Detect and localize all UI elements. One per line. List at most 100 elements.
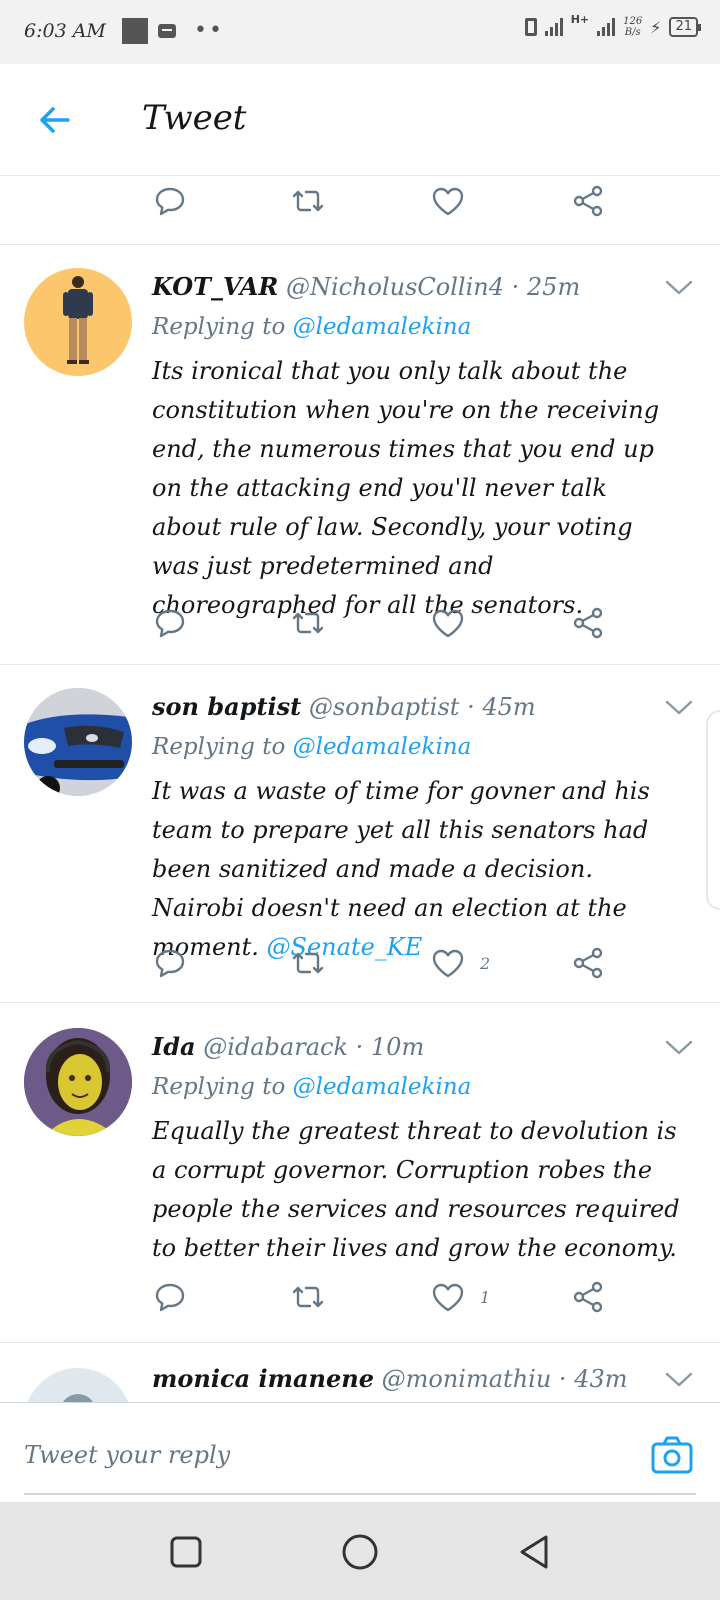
divider [0, 1342, 720, 1343]
user-handle[interactable]: @monimathiu [382, 1365, 552, 1393]
share-button[interactable] [570, 938, 606, 988]
separator-dot: · [511, 273, 527, 301]
display-name[interactable]: monica imanene [152, 1364, 374, 1393]
square-nav-icon[interactable] [166, 1532, 206, 1572]
like-icon [432, 609, 464, 638]
reply-icon [155, 1283, 185, 1312]
status-bar: 6:03 AM •• H+ 126 B/s ⚡ 21 [0, 0, 720, 64]
tweet-header: Ida @idabarack · 10m [152, 1032, 424, 1061]
net-speed: 126 B/s [623, 16, 642, 38]
retweet-button[interactable] [290, 176, 326, 226]
tweet-header: monica imanene @monimathiu · 43m [152, 1364, 627, 1393]
replying-to-link[interactable]: @ledamalekina [293, 734, 472, 760]
like-icon [432, 187, 464, 216]
charging-icon: ⚡ [650, 17, 662, 37]
like-count: 1 [480, 1287, 491, 1307]
page-title: Tweet [142, 98, 247, 138]
tweet-header: KOT_VAR @NicholusCollin4 · 25m [152, 272, 580, 301]
divider [0, 664, 720, 665]
separator-dot: · [467, 693, 483, 721]
more-notifications-icon: •• [194, 18, 224, 43]
tweet-actions: 1 [152, 1272, 612, 1322]
share-icon [573, 185, 603, 217]
replying-label: Replying to [152, 314, 286, 340]
retweet-icon [292, 1286, 324, 1308]
retweet-button[interactable] [290, 1272, 326, 1322]
avatar[interactable] [24, 688, 132, 796]
user-handle[interactable]: @idabarack [203, 1033, 348, 1061]
back-arrow-icon[interactable] [34, 98, 78, 142]
net-speed-unit: B/s [624, 27, 641, 38]
share-icon [573, 1281, 603, 1313]
user-handle[interactable]: @NicholusCollin4 [286, 273, 504, 301]
tweet-actions [152, 598, 612, 648]
share-button[interactable] [570, 1272, 606, 1322]
vibrate-icon [524, 18, 537, 36]
tweet-time: 43m [574, 1365, 628, 1393]
reply-button[interactable] [152, 176, 188, 226]
retweet-icon [292, 190, 324, 212]
share-icon [573, 947, 603, 979]
status-right: H+ 126 B/s ⚡ 21 [524, 12, 701, 38]
reply-button[interactable] [152, 598, 188, 648]
signal-icon-2 [597, 18, 616, 36]
separator-dot: · [558, 1365, 575, 1393]
replying-to-link[interactable]: @ledamalekina [293, 314, 472, 340]
like-icon [432, 1283, 464, 1312]
user-handle[interactable]: @sonbaptist [309, 693, 460, 721]
display-name[interactable]: son baptist [152, 692, 301, 721]
separator-dot: · [355, 1033, 371, 1061]
like-button[interactable]: 2 [430, 938, 490, 988]
display-name[interactable]: Ida [152, 1032, 196, 1061]
reply-button[interactable] [152, 938, 188, 988]
network-type: H+ [570, 12, 590, 26]
replying-label: Replying to [152, 734, 286, 760]
reply-input[interactable]: Tweet your reply [24, 1441, 230, 1469]
tweet-time: 45m [482, 693, 536, 721]
tweet-text: Its ironical that you only talk about th… [152, 352, 682, 625]
reply-tweet[interactable]: monica imanene @monimathiu · 43m [0, 1364, 720, 1402]
reply-icon [155, 609, 185, 638]
status-time: 6:03 AM [24, 20, 106, 42]
share-button[interactable] [570, 176, 606, 226]
chevron-down-icon[interactable] [664, 698, 694, 718]
triangle-back-nav-icon[interactable] [514, 1532, 554, 1572]
chevron-down-icon[interactable] [664, 278, 694, 298]
net-speed-value: 126 [623, 16, 643, 27]
camera-icon[interactable] [650, 1433, 694, 1477]
like-button[interactable]: 1 [430, 1272, 490, 1322]
replying-to: Replying to @ledamalekina [152, 1074, 471, 1100]
message-icon [158, 24, 176, 38]
display-name[interactable]: KOT_VAR [152, 272, 278, 301]
share-icon [573, 607, 603, 639]
tweet-actions: 2 [152, 938, 612, 988]
divider [0, 1002, 720, 1003]
retweet-button[interactable] [290, 598, 326, 648]
share-button[interactable] [570, 598, 606, 648]
notification-image-icon [122, 18, 148, 44]
retweet-icon [292, 952, 324, 974]
replying-to-link[interactable]: @ledamalekina [293, 1074, 472, 1100]
reply-underline [24, 1493, 696, 1495]
avatar[interactable] [24, 1028, 132, 1136]
like-count: 2 [480, 953, 491, 973]
circle-nav-icon[interactable] [340, 1532, 380, 1572]
replying-to: Replying to @ledamalekina [152, 314, 471, 340]
avatar[interactable] [24, 1368, 132, 1402]
system-nav-bar [0, 1502, 720, 1600]
retweet-icon [292, 612, 324, 634]
replying-label: Replying to [152, 1074, 286, 1100]
like-button[interactable] [430, 598, 480, 648]
tweet-text: Equally the greatest threat to devolutio… [152, 1112, 682, 1268]
chevron-down-icon[interactable] [664, 1038, 694, 1058]
like-button[interactable] [430, 176, 466, 226]
tweet-text-content: Equally the greatest threat to devolutio… [152, 1117, 680, 1262]
scroll-handle[interactable] [706, 710, 720, 910]
reply-button[interactable] [152, 1272, 188, 1322]
chevron-down-icon[interactable] [664, 1370, 694, 1390]
avatar[interactable] [24, 268, 132, 376]
signal-icon [544, 18, 563, 36]
retweet-button[interactable] [290, 938, 326, 988]
main-tweet-actions [152, 176, 612, 226]
divider [0, 244, 720, 245]
